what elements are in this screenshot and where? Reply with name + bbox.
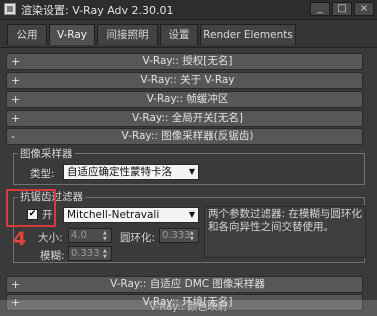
filter-blur-label: 模糊: (40, 250, 65, 262)
annotation-highlight-box (6, 189, 56, 227)
app-icon (4, 3, 16, 15)
tab-indirect-illumination[interactable]: 间接照明 (97, 24, 158, 45)
expand-icon: + (11, 93, 21, 106)
chevron-down-icon: ▼ (188, 210, 195, 219)
rollout-title: V-Ray:: 图像采样器(反锯齿) (121, 130, 254, 142)
sampler-type-value: 自适应确定性蒙特卡洛 (67, 166, 172, 178)
sampler-type-dropdown[interactable]: 自适应确定性蒙特卡洛 ▼ (63, 164, 199, 180)
close-button[interactable]: × (354, 2, 374, 16)
rollout-global-switches[interactable]: + V-Ray:: 全局开关[无名] (6, 110, 363, 127)
tab-common[interactable]: 公用 (7, 24, 47, 45)
sampler-type-label: 类型: (30, 168, 55, 180)
spinner-arrows-icon[interactable]: ▲ ▼ (103, 230, 110, 242)
spinner-arrows-icon[interactable]: ▲ ▼ (103, 248, 110, 260)
annotation-number: 4 (13, 228, 27, 250)
partially-visible-rollout: V-Ray:: 颜色映射 (0, 300, 377, 316)
window-title: 渲染设置: V-Ray Adv 2.30.01 (21, 4, 174, 17)
tab-render-elements[interactable]: Render Elements (200, 24, 296, 45)
filter-size-spinner[interactable]: 4.0 ▲ ▼ (68, 228, 112, 243)
filter-type-dropdown[interactable]: Mitchell-Netravali ▼ (63, 207, 199, 223)
filter-description: 两个参数过滤器: 在模糊与圆环化和各向异性之间交替使用。 (204, 206, 366, 258)
rollout-about-vray[interactable]: + V-Ray:: 关于 V-Ray (6, 72, 363, 89)
rollout-image-sampler[interactable]: - V-Ray:: 图像采样器(反锯齿) (6, 128, 363, 145)
rollout-title: V-Ray:: 帧缓冲区 (146, 93, 229, 105)
image-sampler-group-label: 图像采样器 (18, 146, 75, 161)
expand-icon: + (11, 74, 21, 87)
expand-icon: + (11, 55, 21, 68)
filter-size-label: 大小: (38, 232, 63, 244)
filter-ringing-label: 圆环化: (120, 232, 156, 244)
rollout-title: V-Ray:: 关于 V-Ray (140, 74, 235, 86)
title-bar[interactable]: 渲染设置: V-Ray Adv 2.30.01 _ □ × (0, 0, 377, 20)
tab-bar: 公用 V-Ray 间接照明 设置 Render Elements (0, 20, 377, 48)
expand-icon: + (11, 112, 21, 125)
chevron-down-icon: ▼ (188, 167, 195, 176)
rollout-title: V-Ray:: 授权[无名] (142, 55, 233, 67)
filter-ringing-value: 0.333 (162, 230, 191, 241)
rollout-frame-buffer[interactable]: + V-Ray:: 帧缓冲区 (6, 91, 363, 108)
filter-size-value: 4.0 (71, 230, 87, 241)
rollout-title: V-Ray:: 全局开关[无名] (132, 112, 243, 124)
tab-vray[interactable]: V-Ray (49, 24, 95, 45)
rollout-adaptive-dmc-sampler[interactable]: + V-Ray:: 自适应 DMC 图像采样器 (6, 276, 363, 293)
rollout-title: V-Ray:: 自适应 DMC 图像采样器 (110, 278, 265, 290)
minimize-button[interactable]: _ (310, 2, 330, 16)
rollout-authorization[interactable]: + V-Ray:: 授权[无名] (6, 53, 363, 70)
tab-settings[interactable]: 设置 (160, 24, 198, 45)
spinner-arrows-icon[interactable]: ▲ ▼ (190, 230, 197, 242)
collapse-icon: - (11, 130, 15, 143)
expand-icon: + (11, 278, 21, 291)
filter-type-value: Mitchell-Netravali (67, 209, 160, 221)
filter-blur-spinner[interactable]: 0.333 ▲ ▼ (68, 246, 112, 261)
maximize-button[interactable]: □ (332, 2, 352, 16)
filter-ringing-spinner[interactable]: 0.333 ▲ ▼ (159, 228, 199, 243)
filter-blur-value: 0.333 (71, 248, 100, 259)
